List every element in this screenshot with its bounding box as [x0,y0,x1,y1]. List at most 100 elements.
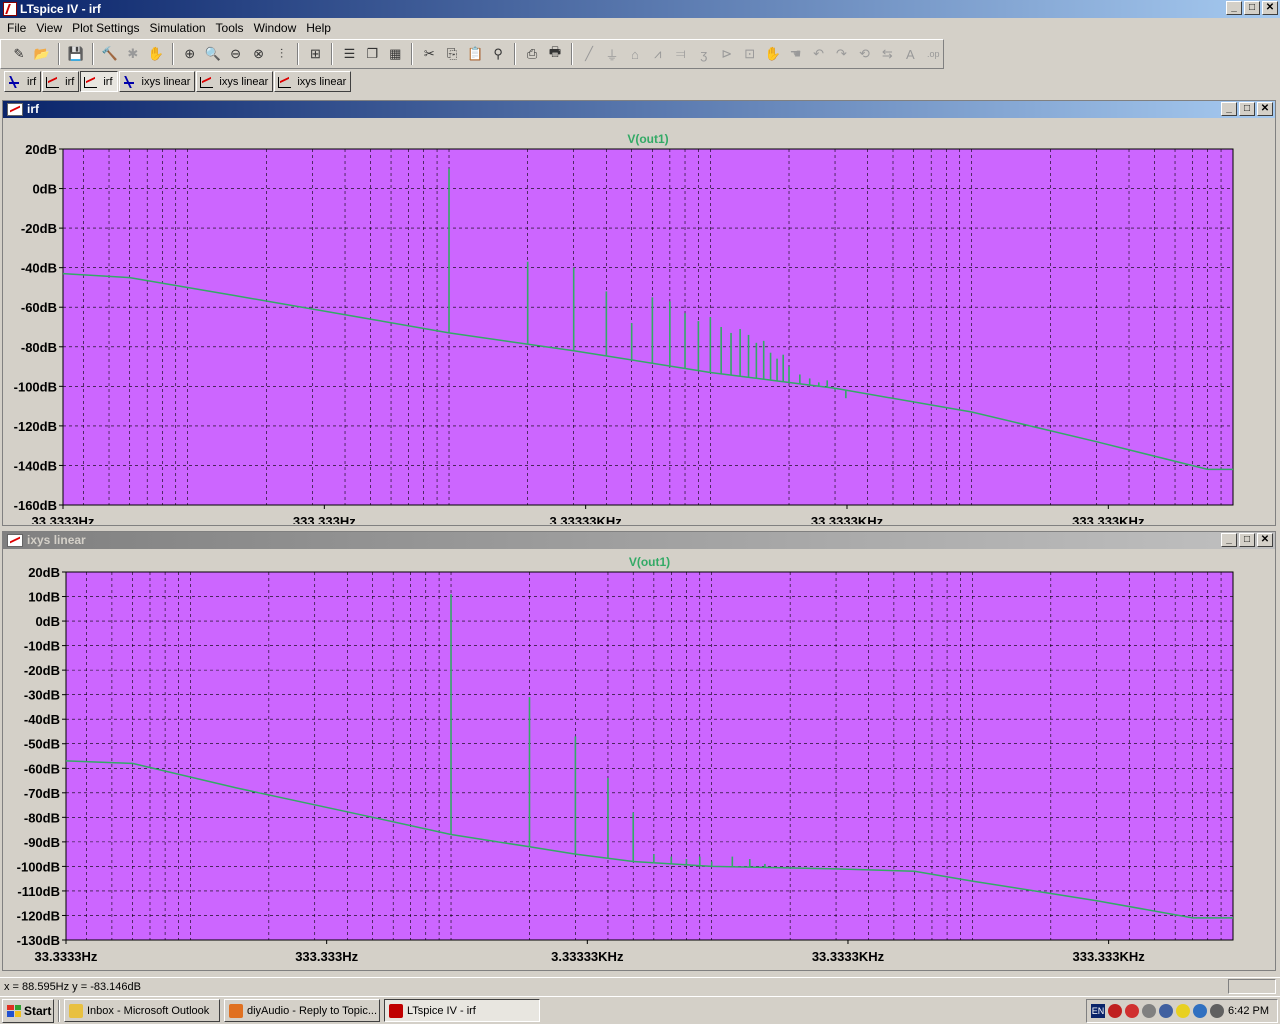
zoom-cancel-icon[interactable]: ⊗ [249,44,269,64]
maximize-button[interactable]: □ [1244,1,1260,15]
pane-minimize-button[interactable]: _ [1221,102,1237,116]
menu-view[interactable]: View [31,18,67,38]
pane-close-button[interactable]: ✕ [1257,533,1273,547]
pane-title: ixys linear [27,533,86,547]
app-title-bar[interactable]: LTspice IV - irf _ □ ✕ [0,0,1280,18]
menu-plot-settings[interactable]: Plot Settings [67,18,144,38]
pane-maximize-button[interactable]: □ [1239,102,1255,116]
y-tick-label: -20dB [24,663,60,678]
menu-simulation[interactable]: Simulation [145,18,211,38]
zoom-full-icon[interactable]: ⊞ [305,44,325,64]
tab-ixys-linear-schematic[interactable]: ixys linear [118,71,196,92]
shield-icon[interactable] [1108,1004,1122,1018]
zoom-area-icon[interactable]: 🔍 [203,44,223,64]
language-indicator[interactable]: EN [1091,1004,1105,1018]
spice-directive-icon[interactable]: .op [923,44,943,64]
redo-icon[interactable]: ↷ [832,44,852,64]
volume-icon[interactable] [1210,1004,1224,1018]
pane-title-bar[interactable]: irf _ □ ✕ [3,101,1275,118]
plot-icon [45,75,61,89]
mirror-icon[interactable]: ⇆ [877,44,897,64]
find-icon[interactable]: ⚲ [488,44,508,64]
open-icon[interactable]: 📂 [32,44,52,64]
menu-file[interactable]: File [2,18,31,38]
zoom-in-icon[interactable]: ⊕ [180,44,200,64]
tile-horizontal-icon[interactable]: ☰ [339,44,359,64]
tab-ixys-linear-plot[interactable]: ixys linear [196,71,274,92]
tab-irf-plot[interactable]: irf [80,71,118,92]
waveform-plot[interactable]: 20dB 0dB -20dB -40dB -60dB -80dB -100dB -120dB -… [3,118,1275,524]
copy-icon[interactable]: ⎘ [442,44,462,64]
task-list: Inbox - Microsoft Outlook diyAudio - Repl… [64,999,540,1022]
save-icon[interactable]: 💾 [66,44,86,64]
display-icon[interactable] [1193,1004,1207,1018]
wire-icon[interactable]: ╱ [579,44,599,64]
start-button[interactable]: Start [2,998,54,1023]
close-button[interactable]: ✕ [1262,1,1278,15]
x-tick-label: 3.33333KHz [550,514,623,524]
rotate-icon[interactable]: ⟲ [854,44,874,64]
pane-close-button[interactable]: ✕ [1257,102,1273,116]
cascade-icon[interactable]: ❐ [362,44,382,64]
taskbar-item[interactable]: diyAudio - Reply to Topic... [224,999,380,1022]
tile-icon[interactable]: ▦ [385,44,405,64]
label-icon[interactable]: ⌂ [625,44,645,64]
text-icon[interactable]: A [900,44,920,64]
network-icon[interactable] [1142,1004,1156,1018]
menu-help[interactable]: Help [301,18,336,38]
pane-maximize-button[interactable]: □ [1239,533,1255,547]
ground-icon[interactable]: ⏚ [602,44,622,64]
pane-minimize-button[interactable]: _ [1221,533,1237,547]
antivirus-icon[interactable] [1125,1004,1139,1018]
taskbar-item-label: Inbox - Microsoft Outlook [87,1004,210,1017]
control-panel-icon[interactable]: 🔨 [100,44,120,64]
tab-irf-schematic[interactable]: irf [4,71,42,92]
taskbar-separator [58,999,60,1022]
clock[interactable]: 6:42 PM [1228,1005,1277,1017]
autorange-icon[interactable]: ⫶ [272,44,292,64]
status-bar: x = 88.595Hz y = -83.146dB [0,977,1280,995]
taskbar-item[interactable]: LTspice IV - irf [384,999,540,1022]
zoom-out-icon[interactable]: ⊖ [226,44,246,64]
resistor-icon[interactable]: ⩘ [648,44,668,64]
new-schematic-icon[interactable]: ✎ [9,44,29,64]
x-tick-label: 33.3333KHz [811,514,884,524]
toolbar-separator [571,43,574,65]
status-panel [1228,979,1276,994]
tab-irf-plot[interactable]: irf [42,71,80,92]
plot-pane-ixys-linear[interactable]: ixys linear _ □ ✕ 20dB 10dB 0dB -10dB -20dB -… [2,531,1276,971]
y-tick-label: -90dB [24,835,60,850]
component-icon[interactable]: ⊡ [740,44,760,64]
menu-window[interactable]: Window [249,18,302,38]
messenger-icon[interactable] [1176,1004,1190,1018]
print-icon[interactable]: 🖶 [545,44,565,64]
cursor-readout: x = 88.595Hz y = -83.146dB [4,980,141,993]
minimize-button[interactable]: _ [1226,1,1242,15]
move-icon[interactable]: ✋ [763,44,783,64]
toolbar-separator [411,43,414,65]
capacitor-icon[interactable]: ⫤ [671,44,691,64]
diode-icon[interactable]: ⊳ [717,44,737,64]
menu-bar: File View Plot Settings Simulation Tools… [0,18,1280,38]
taskbar: Start Inbox - Microsoft Outlook diyAudio … [0,996,1280,1024]
inductor-icon[interactable]: ʒ [694,44,714,64]
y-tick-label: -100dB [17,859,60,874]
run-icon[interactable]: ✱ [123,44,143,64]
y-tick-label: 0dB [32,182,57,197]
security-icon[interactable] [1159,1004,1173,1018]
menu-tools[interactable]: Tools [211,18,249,38]
pan-icon[interactable]: ✋ [146,44,166,64]
trace-label: V(out1) [629,555,670,569]
taskbar-item[interactable]: Inbox - Microsoft Outlook [64,999,220,1022]
tab-ixys-linear-plot[interactable]: ixys linear [274,71,352,92]
cut-icon[interactable]: ✂ [419,44,439,64]
waveform-plot[interactable]: 20dB 10dB 0dB -10dB -20dB -30dB -40dB -50dB -60d… [3,549,1275,969]
plot-icon [7,103,23,116]
plot-pane-irf[interactable]: irf _ □ ✕ 20dB 0dB -20dB -40dB -60dB -80dB -10… [2,100,1276,526]
print-setup-icon[interactable]: ⎙ [522,44,542,64]
paste-icon[interactable]: 📋 [465,44,485,64]
plot-icon [199,75,215,89]
pane-title-bar[interactable]: ixys linear _ □ ✕ [3,532,1275,549]
drag-icon[interactable]: ☚ [786,44,806,64]
undo-icon[interactable]: ↶ [809,44,829,64]
